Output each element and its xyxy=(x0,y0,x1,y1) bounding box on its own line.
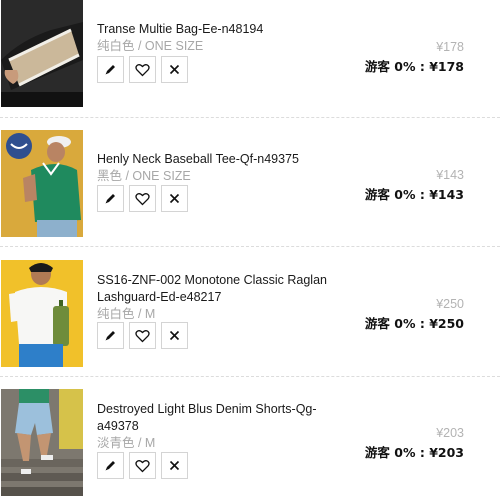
member-price: 游客 0% : ¥143 xyxy=(364,187,464,202)
remove-button[interactable] xyxy=(161,452,188,479)
cart-item: SS16-ZNF-002 Monotone Classic Raglan Las… xyxy=(0,247,500,377)
favorite-button[interactable] xyxy=(129,322,156,349)
remove-button[interactable] xyxy=(161,56,188,83)
close-icon xyxy=(169,193,180,204)
product-thumbnail-shorts[interactable] xyxy=(1,389,83,496)
heart-icon xyxy=(135,459,150,472)
shorts-photo-icon xyxy=(1,389,83,496)
favorite-button[interactable] xyxy=(129,185,156,212)
member-price: 游客 0% : ¥250 xyxy=(364,316,464,331)
heart-icon xyxy=(135,329,150,342)
product-variant: 黑色 / ONE SIZE xyxy=(97,169,191,183)
cart-item: Destroyed Light Blus Denim Shorts-Qg-a49… xyxy=(0,377,500,496)
pencil-icon xyxy=(105,461,115,471)
member-price: 游客 0% : ¥178 xyxy=(364,59,464,74)
close-icon xyxy=(169,460,180,471)
product-name[interactable]: SS16-ZNF-002 Monotone Classic Raglan Las… xyxy=(97,272,337,306)
favorite-button[interactable] xyxy=(129,56,156,83)
product-name[interactable]: Transe Multie Bag-Ee-n48194 xyxy=(97,21,337,38)
product-name[interactable]: Henly Neck Baseball Tee-Qf-n49375 xyxy=(97,151,337,168)
close-icon xyxy=(169,64,180,75)
pencil-icon xyxy=(105,331,115,341)
cart-item: Henly Neck Baseball Tee-Qf-n49375 黑色 / O… xyxy=(0,118,500,247)
product-thumbnail-bag[interactable] xyxy=(1,0,83,107)
favorite-button[interactable] xyxy=(129,452,156,479)
product-name[interactable]: Destroyed Light Blus Denim Shorts-Qg-a49… xyxy=(97,401,337,435)
tee-photo-icon xyxy=(1,130,83,237)
original-price: ¥250 xyxy=(436,297,464,311)
edit-button[interactable] xyxy=(97,322,124,349)
bag-photo-icon xyxy=(1,0,83,107)
member-price: 游客 0% : ¥203 xyxy=(364,445,464,460)
original-price: ¥203 xyxy=(436,426,464,440)
cart-item: Transe Multie Bag-Ee-n48194 纯白色 / ONE SI… xyxy=(0,0,500,118)
heart-icon xyxy=(135,192,150,205)
remove-button[interactable] xyxy=(161,185,188,212)
pencil-icon xyxy=(105,65,115,75)
original-price: ¥178 xyxy=(436,40,464,54)
edit-button[interactable] xyxy=(97,452,124,479)
edit-button[interactable] xyxy=(97,56,124,83)
lashguard-photo-icon xyxy=(1,260,83,367)
product-variant: 淡青色 / M xyxy=(97,436,156,450)
close-icon xyxy=(169,330,180,341)
cart-item-list: Transe Multie Bag-Ee-n48194 纯白色 / ONE SI… xyxy=(0,0,500,496)
edit-button[interactable] xyxy=(97,185,124,212)
product-thumbnail-lashguard[interactable] xyxy=(1,260,83,367)
product-thumbnail-tee[interactable] xyxy=(1,130,83,237)
original-price: ¥143 xyxy=(436,168,464,182)
product-variant: 纯白色 / M xyxy=(97,307,156,321)
product-variant: 纯白色 / ONE SIZE xyxy=(97,39,204,53)
heart-icon xyxy=(135,63,150,76)
remove-button[interactable] xyxy=(161,322,188,349)
pencil-icon xyxy=(105,194,115,204)
